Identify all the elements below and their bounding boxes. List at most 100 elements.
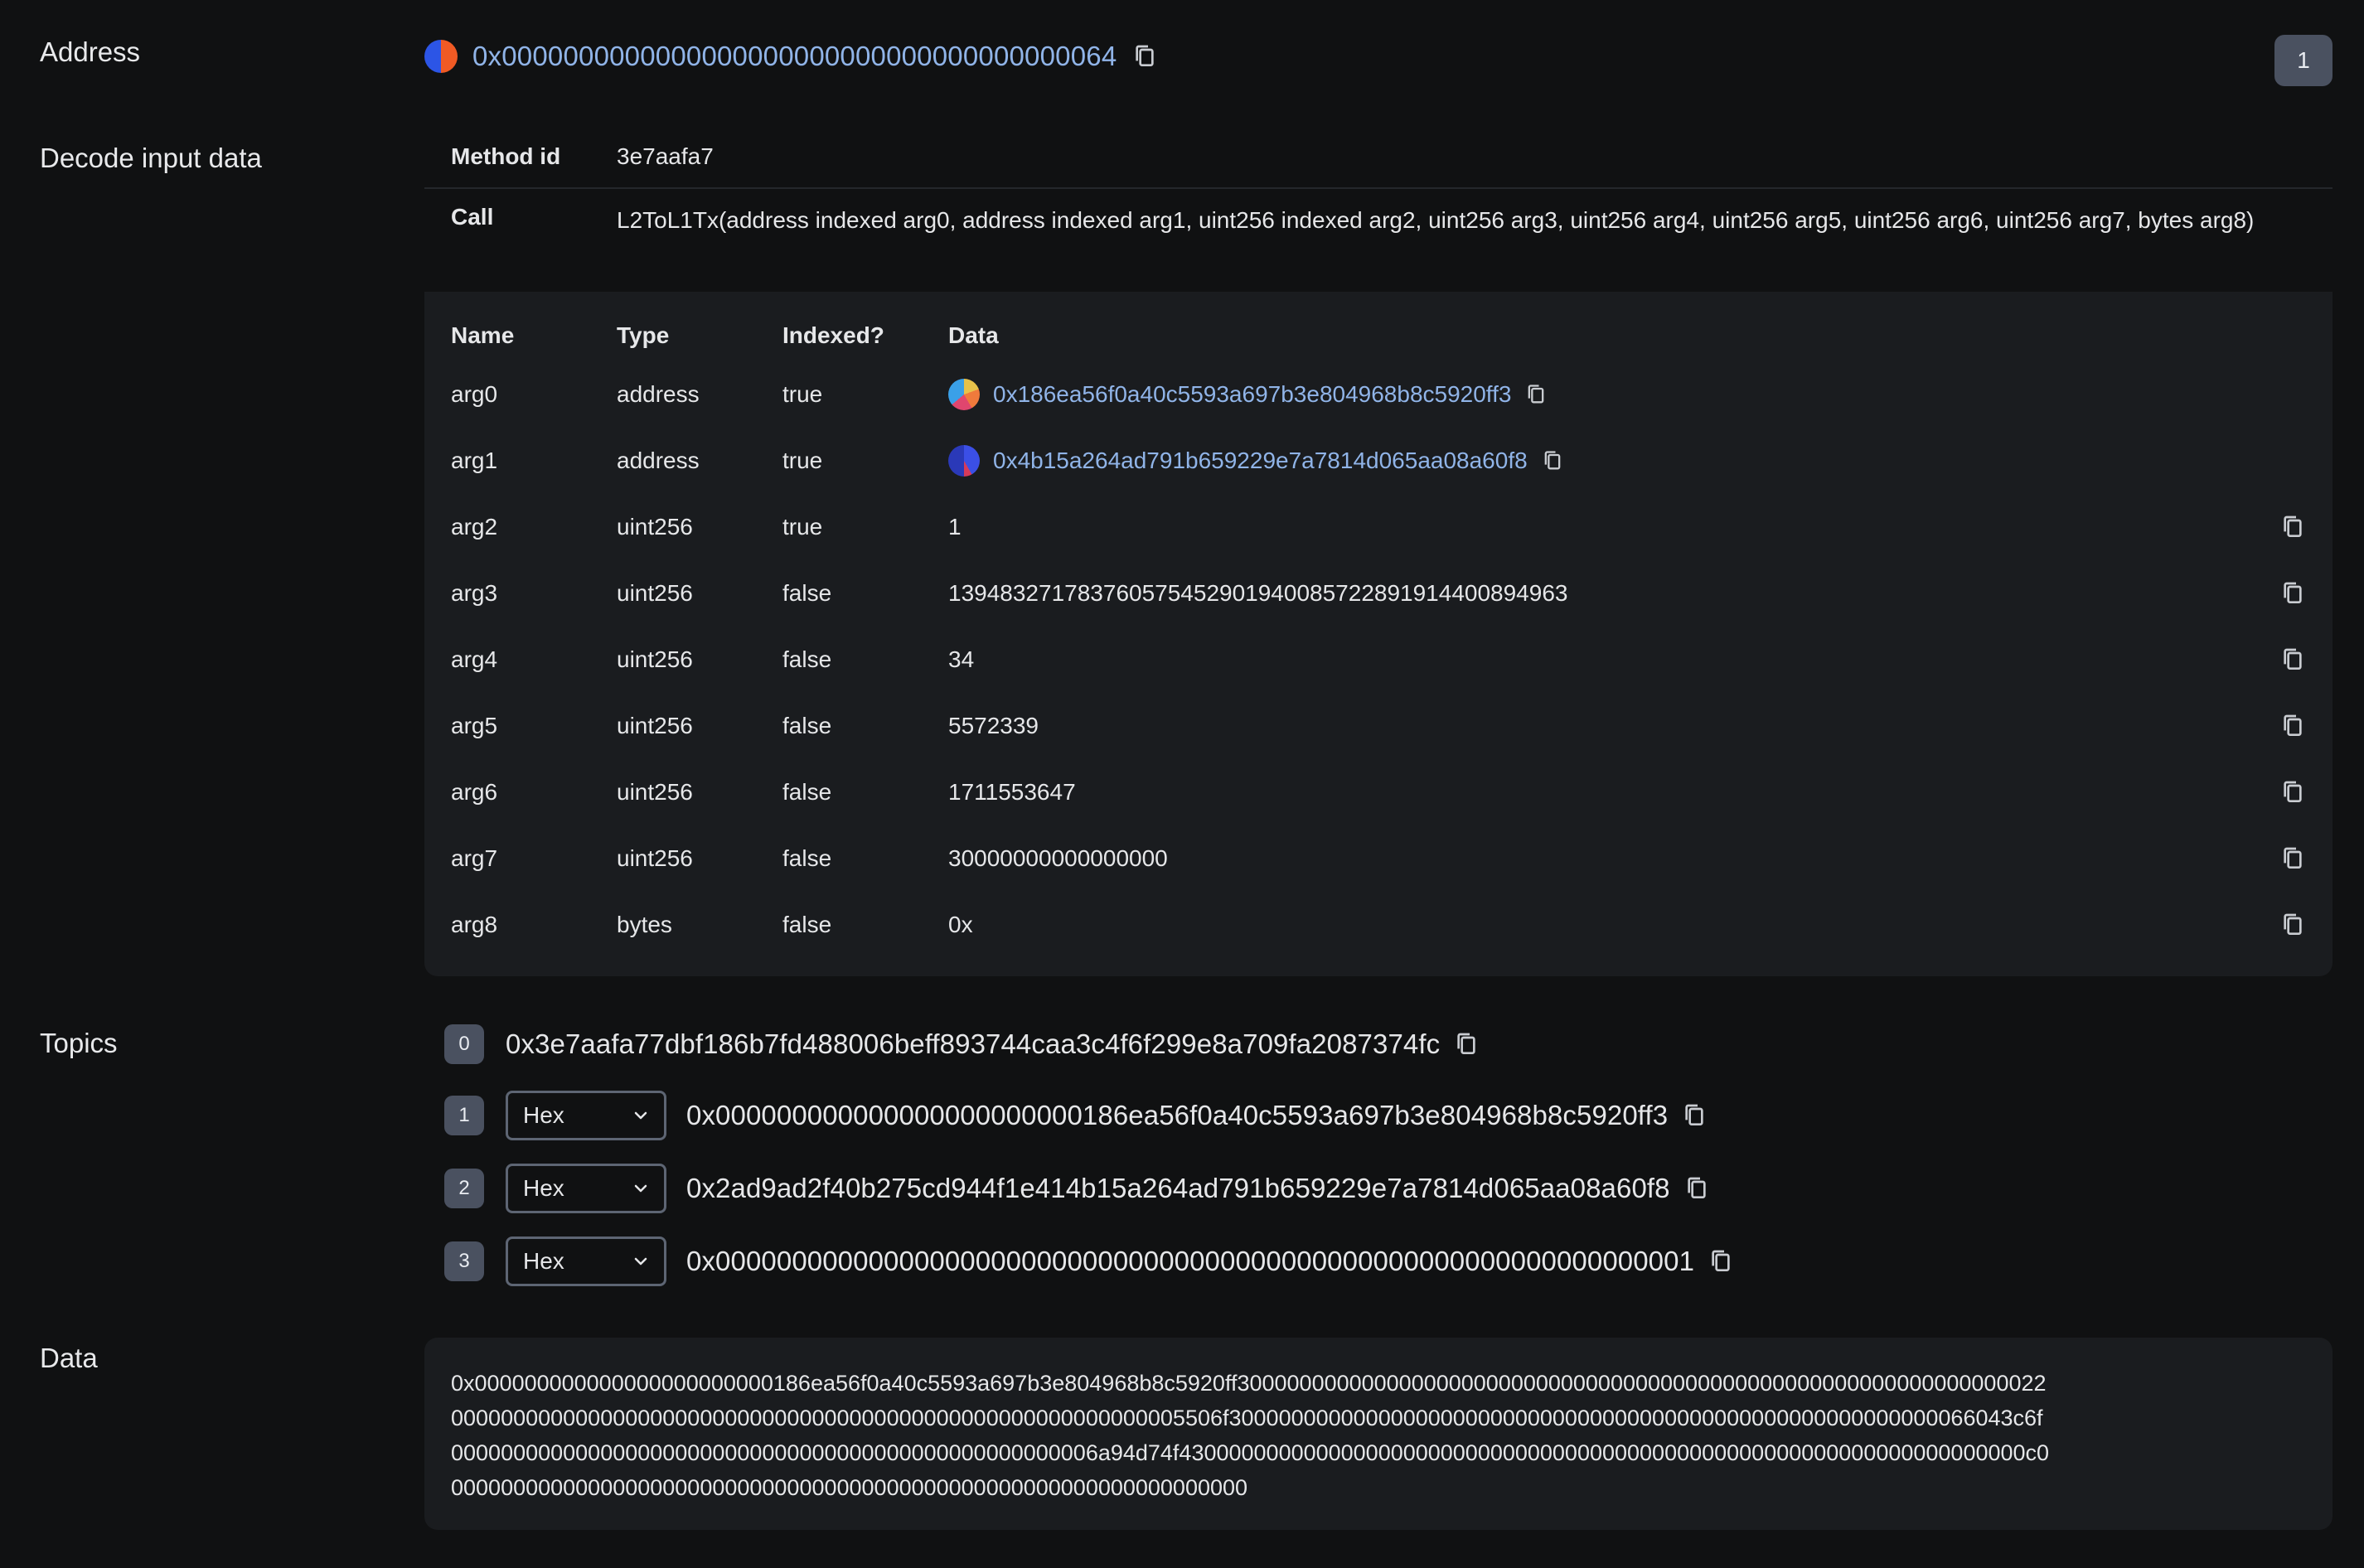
arg-type: uint256 <box>617 514 693 540</box>
arg-indexed: false <box>782 646 832 672</box>
decode-input-label: Decode input data <box>40 143 262 173</box>
copy-icon[interactable] <box>2279 711 2306 741</box>
header-data: Data <box>948 322 999 348</box>
arg-type: uint256 <box>617 779 693 805</box>
arg-data: 1711553647 <box>948 779 1076 805</box>
table-row: arg4 uint256 false 34 <box>451 627 2306 693</box>
copy-icon[interactable] <box>1708 1246 1734 1276</box>
table-row: arg0 address true 0x186ea56f0a40c5593a69… <box>451 361 2306 428</box>
topic-format-value: Hex <box>523 1175 564 1201</box>
address-row: 0x00000000000000000000000000000000000000… <box>424 40 1158 73</box>
topic-format-value: Hex <box>523 1102 564 1128</box>
arg-name: arg8 <box>451 912 498 937</box>
topic-index-badge: 0 <box>444 1024 484 1064</box>
arg-type: address <box>617 381 700 407</box>
address-link[interactable]: 0x00000000000000000000000000000000000000… <box>472 41 1117 72</box>
arg-data: 5572339 <box>948 713 1039 738</box>
log-index-badge: 1 <box>2274 35 2333 86</box>
arg-data: 0x186ea56f0a40c5593a697b3e804968b8c5920f… <box>948 379 2306 410</box>
chevron-down-icon <box>631 1106 651 1125</box>
arg-data: 34 <box>948 646 975 672</box>
copy-icon[interactable] <box>1681 1101 1708 1130</box>
arg-indexed: false <box>782 779 832 805</box>
arg-name: arg3 <box>451 580 498 606</box>
address-avatar-icon <box>424 40 458 73</box>
arg-type: uint256 <box>617 845 693 871</box>
method-id-label: Method id <box>451 143 561 169</box>
arg-address-link[interactable]: 0x186ea56f0a40c5593a697b3e804968b8c5920f… <box>993 381 1511 408</box>
address-avatar-icon <box>948 445 980 477</box>
data-line: 0x000000000000000000000000186ea56f0a40c5… <box>451 1371 2047 1396</box>
log-entry: { "address": { "label": "Address", "valu… <box>0 0 2364 1568</box>
copy-icon[interactable] <box>2279 777 2306 807</box>
data-line: 0000000000000000000000000000000000000000… <box>451 1475 1248 1500</box>
topic-index-badge: 1 <box>444 1096 484 1135</box>
arg-indexed: true <box>782 381 823 407</box>
table-row: arg1 address true 0x4b15a264ad791b659229… <box>451 428 2306 494</box>
table-row: arg3 uint256 false 139483271783760575452… <box>451 560 2306 627</box>
copy-icon[interactable] <box>2279 645 2306 675</box>
copy-icon[interactable] <box>2279 512 2306 542</box>
arg-indexed: false <box>782 912 832 937</box>
arg-name: arg7 <box>451 845 498 871</box>
address-label: Address <box>40 36 141 67</box>
copy-icon[interactable] <box>1453 1029 1480 1059</box>
topic-value: 0x00000000000000000000000000000000000000… <box>686 1246 1695 1276</box>
arg-name: arg1 <box>451 448 498 473</box>
arg-type: uint256 <box>617 713 693 738</box>
topic-index-badge: 3 <box>444 1241 484 1281</box>
call-row: Call L2ToL1Tx(address indexed arg0, addr… <box>424 189 2333 292</box>
copy-icon[interactable] <box>2279 844 2306 874</box>
arg-data: 0x <box>948 912 973 937</box>
topic-format-select[interactable]: Hex <box>506 1164 666 1213</box>
arg-address-link[interactable]: 0x4b15a264ad791b659229e7a7814d065aa08a60… <box>993 448 1528 474</box>
arg-indexed: true <box>782 448 823 473</box>
arg-data: 1 <box>948 514 962 540</box>
arg-indexed: false <box>782 580 832 606</box>
table-row: arg6 uint256 false 1711553647 <box>451 759 2306 825</box>
call-label: Call <box>451 204 494 230</box>
arg-name: arg6 <box>451 779 498 805</box>
table-row: arg2 uint256 true 1 <box>451 494 2306 560</box>
topic-row: 0 0x3e7aafa77dbf186b7fd488006beff893744c… <box>444 1021 1734 1067</box>
raw-data-panel: 0x000000000000000000000000186ea56f0a40c5… <box>424 1338 2333 1530</box>
arg-data: 0x4b15a264ad791b659229e7a7814d065aa08a60… <box>948 445 2306 477</box>
args-header-row: Name Type Indexed? Data <box>451 310 2306 361</box>
topic-format-select[interactable]: Hex <box>506 1091 666 1140</box>
arg-name: arg2 <box>451 514 498 540</box>
topic-format-select[interactable]: Hex <box>506 1236 666 1286</box>
chevron-down-icon <box>631 1251 651 1271</box>
arg-data: 1394832717837605754529019400857228919144… <box>948 580 1568 606</box>
method-id-value: 3e7aafa7 <box>617 143 714 169</box>
header-indexed: Indexed? <box>782 322 884 348</box>
copy-icon[interactable] <box>1541 448 1564 474</box>
topic-value: 0x3e7aafa77dbf186b7fd488006beff893744caa… <box>506 1028 1441 1059</box>
method-id-row: Method id 3e7aafa7 <box>424 126 2333 189</box>
chevron-down-icon <box>631 1178 651 1198</box>
decode-panel: Method id 3e7aafa7 Call L2ToL1Tx(address… <box>424 126 2333 976</box>
topic-value: 0x2ad9ad2f40b275cd944f1e414b15a264ad791b… <box>686 1173 1670 1203</box>
header-name: Name <box>451 322 515 348</box>
topic-value: 0x000000000000000000000000186ea56f0a40c5… <box>686 1100 1669 1130</box>
topics-list: 0 0x3e7aafa77dbf186b7fd488006beff893744c… <box>444 1021 1734 1308</box>
copy-icon[interactable] <box>2279 910 2306 940</box>
header-type: Type <box>617 322 670 348</box>
data-line: 0000000000000000000000000000000000000000… <box>451 1440 2050 1465</box>
args-table: Name Type Indexed? Data arg0 address tru… <box>424 292 2333 976</box>
copy-icon[interactable] <box>1683 1174 1710 1203</box>
arg-type: uint256 <box>617 646 693 672</box>
arg-data: 30000000000000000 <box>948 845 1168 871</box>
copy-icon[interactable] <box>2279 578 2306 608</box>
arg-indexed: false <box>782 713 832 738</box>
table-row: arg5 uint256 false 5572339 <box>451 693 2306 759</box>
topic-row: 2 Hex 0x2ad9ad2f40b275cd944f1e414b15a264… <box>444 1162 1734 1215</box>
data-label: Data <box>40 1343 98 1373</box>
copy-icon[interactable] <box>1524 381 1548 408</box>
data-line: 0000000000000000000000000000000000000000… <box>451 1406 2043 1430</box>
topics-label: Topics <box>40 1028 118 1058</box>
table-row: arg8 bytes false 0x <box>451 892 2306 958</box>
arg-name: arg5 <box>451 713 498 738</box>
topic-format-value: Hex <box>523 1248 564 1274</box>
topic-row: 3 Hex 0x00000000000000000000000000000000… <box>444 1235 1734 1288</box>
copy-icon[interactable] <box>1131 41 1158 71</box>
